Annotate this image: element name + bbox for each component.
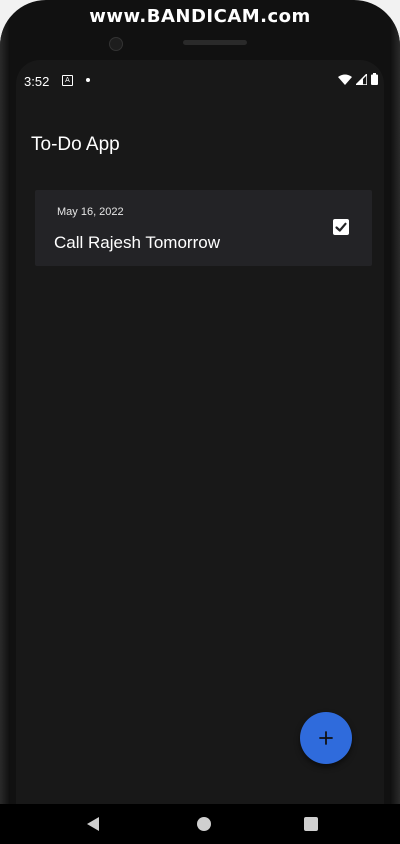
bezel-right xyxy=(390,0,400,844)
a-icon: A xyxy=(62,75,73,86)
signal-icon xyxy=(356,73,367,85)
wifi-icon xyxy=(338,74,352,85)
camera-icon xyxy=(109,37,123,51)
task-checkbox[interactable] xyxy=(333,219,349,235)
status-icons xyxy=(338,73,378,85)
status-time: 3:52 xyxy=(24,74,50,89)
check-icon xyxy=(335,222,347,232)
plus-icon xyxy=(319,731,333,745)
bezel-left xyxy=(0,0,10,844)
app-title: To-Do App xyxy=(31,134,120,155)
speaker-grille xyxy=(183,40,247,45)
task-card[interactable]: May 16, 2022 Call Rajesh Tomorrow xyxy=(35,190,372,266)
app-screen: 3:52 A To-Do App May 16, 2022 Call Rajes… xyxy=(16,60,384,804)
notification-dot-icon xyxy=(86,78,90,82)
task-title: Call Rajesh Tomorrow xyxy=(54,233,220,252)
navigation-bar xyxy=(0,804,400,844)
task-date: May 16, 2022 xyxy=(57,206,124,218)
recents-icon[interactable] xyxy=(304,817,318,831)
watermark: www.BANDICAM.com xyxy=(89,6,311,27)
status-bar: 3:52 A xyxy=(16,60,384,100)
add-task-button[interactable] xyxy=(300,712,352,764)
phone-frame: www.BANDICAM.com 3:52 A To-Do App May 16… xyxy=(0,0,400,844)
back-icon[interactable] xyxy=(86,816,100,832)
home-icon[interactable] xyxy=(197,817,211,831)
battery-icon xyxy=(371,73,378,85)
